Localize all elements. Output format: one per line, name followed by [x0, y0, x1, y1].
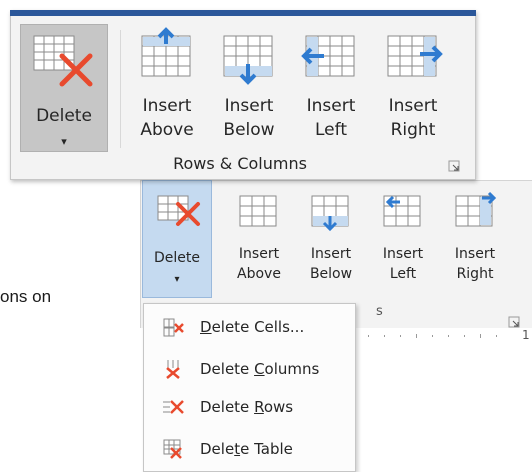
insert-left-label-1: Insert — [306, 96, 356, 116]
ruler — [368, 334, 497, 338]
bg-insert-below-label-2: Below — [309, 266, 353, 282]
insert-left-button[interactable]: Insert Left — [292, 24, 370, 154]
menu-label-post: ows — [263, 398, 294, 416]
insert-below-icon — [223, 35, 273, 85]
ribbon-accent-bar — [10, 10, 476, 16]
dialog-launcher-icon[interactable] — [448, 160, 460, 172]
insert-left-label-2: Left — [315, 120, 347, 140]
ruler-number: 1 — [522, 328, 530, 342]
bg-insert-above-label-2: Above — [237, 266, 281, 282]
group-label: Rows & Columns — [173, 154, 307, 173]
bg-insert-right-button[interactable]: Insert Right — [442, 186, 508, 298]
menu-label-pre: Dele — [200, 440, 235, 458]
insert-left-icon — [301, 35, 355, 77]
document-text: ons on — [0, 287, 52, 306]
table-delete-icon — [33, 35, 93, 87]
insert-right-icon — [455, 191, 497, 227]
bg-delete-dropdown-icon: ▾ — [174, 274, 180, 285]
insert-right-label-1: Insert — [388, 96, 438, 116]
insert-above-label-1: Insert — [142, 96, 192, 116]
delete-dropdown-menu: Delete Cells... Delete Columns Delete Ro… — [143, 303, 356, 472]
delete-table-icon — [156, 437, 190, 461]
insert-above-icon — [141, 27, 191, 77]
insert-below-icon — [311, 195, 349, 232]
menu-item-delete-table[interactable]: Delete Table — [144, 430, 355, 468]
delete-rows-icon — [156, 395, 190, 419]
delete-label: Delete — [36, 106, 92, 126]
insert-left-icon — [383, 195, 421, 227]
bg-insert-above-button[interactable]: Insert Above — [226, 186, 292, 298]
insert-below-label-2: Below — [223, 120, 275, 140]
insert-above-icon — [239, 195, 277, 227]
insert-above-label-2: Above — [140, 120, 194, 140]
insert-below-label-1: Insert — [224, 96, 274, 116]
bg-insert-left-label-1: Insert — [382, 246, 424, 262]
menu-label-accesskey: C — [254, 360, 265, 378]
menu-label-accesskey: D — [200, 318, 212, 336]
insert-below-button[interactable]: Insert Below — [210, 24, 288, 154]
menu-label-accesskey: R — [254, 398, 264, 416]
menu-label-pre: Delete — [200, 398, 255, 416]
bg-group-label-fragment: s — [376, 304, 383, 319]
ribbon-separator — [120, 30, 121, 148]
menu-item-delete-rows[interactable]: Delete Rows — [144, 388, 355, 426]
menu-label-post: olumns — [264, 360, 320, 378]
bg-insert-right-label-1: Insert — [454, 246, 496, 262]
insert-above-button[interactable]: Insert Above — [128, 24, 206, 154]
bg-insert-below-label-1: Insert — [310, 246, 352, 262]
menu-label-post: e Table — [240, 440, 293, 458]
insert-right-button[interactable]: Insert Right — [374, 24, 452, 154]
delete-cells-icon — [156, 315, 190, 339]
insert-right-label-2: Right — [390, 120, 436, 140]
menu-item-delete-columns[interactable]: Delete Columns — [144, 350, 355, 388]
bg-insert-below-button[interactable]: Insert Below — [298, 186, 364, 298]
bg-insert-left-label-2: Left — [389, 266, 417, 282]
delete-dropdown-icon: ▾ — [61, 135, 67, 148]
bg-insert-above-label-1: Insert — [238, 246, 280, 262]
menu-item-delete-cells[interactable]: Delete Cells... — [144, 308, 355, 346]
bg-insert-right-label-2: Right — [456, 266, 494, 282]
insert-right-icon — [387, 35, 443, 77]
bg-insert-left-button[interactable]: Insert Left — [370, 186, 436, 298]
table-delete-icon — [157, 195, 200, 226]
menu-label-pre: Delete — [200, 360, 255, 378]
bg-delete-label: Delete — [154, 250, 200, 266]
menu-label-post: elete Cells... — [211, 318, 305, 336]
bg-dialog-launcher-icon[interactable] — [508, 316, 520, 328]
delete-columns-icon — [156, 357, 190, 381]
